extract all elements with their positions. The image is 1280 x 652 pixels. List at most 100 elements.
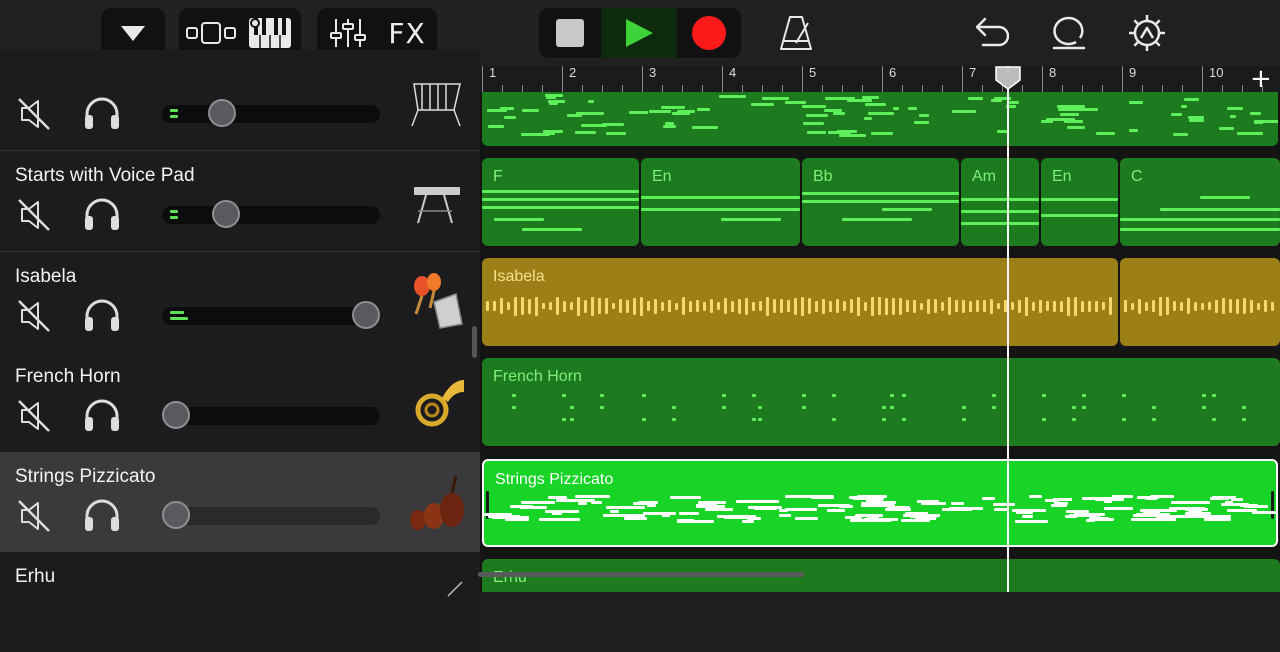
midi-note — [1012, 509, 1046, 512]
midi-note — [1009, 101, 1019, 104]
volume-slider[interactable] — [162, 401, 380, 429]
playhead-handle[interactable] — [995, 66, 1021, 90]
volume-knob[interactable] — [208, 99, 236, 127]
track-name: French Horn — [15, 366, 121, 387]
midi-note — [1242, 418, 1246, 421]
vertical-scrollbar[interactable] — [472, 326, 477, 358]
record-button[interactable] — [677, 8, 741, 58]
mute-icon[interactable] — [16, 398, 52, 434]
midi-note — [1051, 504, 1067, 507]
midi-note — [1022, 515, 1033, 518]
volume-slider[interactable] — [162, 99, 380, 127]
playhead-line[interactable] — [1007, 66, 1009, 592]
midi-note — [1072, 418, 1076, 421]
stop-button[interactable] — [539, 8, 601, 58]
ruler-tick — [562, 66, 563, 92]
midi-note — [818, 504, 850, 507]
volume-slider[interactable] — [162, 301, 380, 329]
tracks-area[interactable]: F En Bb Am En C Isabela French Horn Stri… — [480, 92, 1280, 592]
audio-region-isabela[interactable] — [1120, 258, 1280, 346]
mute-icon[interactable] — [16, 298, 52, 334]
settings-gear-icon[interactable] — [1124, 10, 1170, 56]
volume-slider[interactable] — [162, 200, 380, 228]
region-french-horn[interactable]: French Horn — [482, 358, 1280, 446]
chord-region[interactable]: Bb — [802, 158, 959, 246]
mixer-sliders-icon[interactable] — [325, 14, 371, 52]
midi-note — [882, 418, 886, 421]
add-section-icon[interactable]: + — [1250, 64, 1272, 94]
volume-knob[interactable] — [212, 200, 240, 228]
midi-note — [1104, 507, 1133, 510]
track-header[interactable] — [0, 50, 480, 151]
ruler-tick — [1082, 85, 1083, 92]
waveform-bar — [1173, 301, 1176, 311]
waveform-bar — [612, 303, 615, 309]
chord-region[interactable]: F — [482, 158, 639, 246]
ruler-tick — [1102, 85, 1103, 92]
midi-note — [1171, 113, 1182, 116]
midi-note — [862, 96, 876, 99]
loop-browser-icon[interactable] — [1046, 12, 1090, 56]
region-trim-handle-right[interactable] — [1271, 491, 1274, 519]
headphones-icon[interactable] — [82, 195, 122, 233]
volume-slider[interactable] — [162, 501, 380, 529]
midi-note — [492, 516, 529, 519]
mute-icon[interactable] — [16, 197, 52, 233]
midi-note — [807, 131, 826, 134]
mute-icon[interactable] — [16, 96, 52, 132]
region-strings-pizzicato-selected[interactable]: Strings Pizzicato — [482, 459, 1278, 547]
fx-button[interactable]: FX — [377, 14, 437, 52]
midi-note — [779, 514, 791, 517]
midi-note — [868, 112, 894, 115]
track-header[interactable]: Isabela — [0, 252, 480, 353]
waveform-bar — [1074, 296, 1077, 316]
chord-region[interactable]: C — [1120, 158, 1280, 246]
waveform-bar — [717, 302, 720, 310]
waveform-bar — [570, 302, 573, 310]
region-harp[interactable] — [482, 92, 1278, 146]
horizontal-scrollbar[interactable] — [478, 572, 804, 577]
headphones-icon[interactable] — [82, 496, 122, 534]
headphones-icon[interactable] — [82, 396, 122, 434]
volume-knob[interactable] — [162, 501, 190, 529]
midi-note — [1184, 98, 1199, 101]
chord-region[interactable]: Am — [961, 158, 1039, 246]
track-header-selected[interactable]: Strings Pizzicato — [0, 452, 480, 553]
midi-note — [638, 501, 658, 504]
waveform-bar — [1264, 300, 1267, 312]
triangle-down-icon — [121, 26, 145, 41]
ruler-tick — [962, 66, 963, 92]
track-header[interactable]: Erhu — [0, 552, 480, 652]
midi-note — [531, 501, 555, 504]
instrument-keyboard-icon[interactable] — [243, 14, 297, 52]
track-header[interactable]: Starts with Voice Pad — [0, 151, 480, 252]
volume-knob[interactable] — [162, 401, 190, 429]
metronome-icon[interactable] — [776, 12, 816, 54]
waveform-bar — [1194, 301, 1197, 311]
headphones-icon[interactable] — [82, 296, 122, 334]
play-button[interactable] — [601, 8, 677, 58]
tracks-view-icon[interactable] — [183, 14, 239, 52]
midi-note — [662, 514, 670, 517]
waveform-bar — [1159, 296, 1162, 316]
midi-note — [962, 406, 966, 409]
waveform-bar — [640, 296, 643, 316]
waveform-bar — [1109, 297, 1112, 315]
waveform-bar — [556, 297, 559, 315]
chord-region[interactable]: En — [641, 158, 800, 246]
mute-icon[interactable] — [16, 498, 52, 534]
undo-icon[interactable] — [968, 12, 1010, 54]
bar-number: 7 — [969, 65, 977, 80]
waveform-bar — [1088, 300, 1091, 312]
track-header[interactable]: French Horn — [0, 352, 480, 453]
volume-knob[interactable] — [352, 301, 380, 329]
timeline-ruler[interactable]: 1 2 3 4 5 6 7 8 9 10 + — [480, 64, 1280, 94]
midi-note — [1066, 510, 1089, 513]
midi-note — [1137, 496, 1159, 499]
audio-region-isabela[interactable]: Isabela — [482, 258, 1118, 346]
headphones-icon[interactable] — [82, 94, 122, 132]
midi-note — [1096, 132, 1115, 135]
midi-note — [752, 418, 756, 421]
chord-region[interactable]: En — [1041, 158, 1118, 246]
ruler-tick — [1062, 85, 1063, 92]
